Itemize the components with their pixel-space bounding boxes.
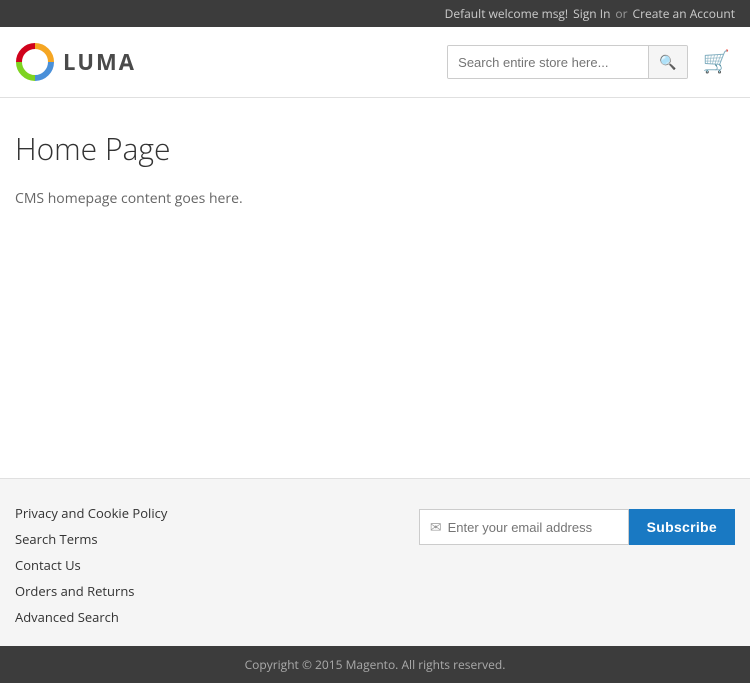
- logo-area: LUMA: [15, 42, 136, 82]
- footer-link-orders-returns[interactable]: Orders and Returns: [15, 582, 167, 600]
- mail-icon: ✉: [430, 518, 442, 537]
- copyright-bar: Copyright © 2015 Magento. All rights res…: [0, 646, 750, 683]
- footer-link-privacy-policy[interactable]: Privacy and Cookie Policy: [15, 504, 167, 522]
- page-body: CMS homepage content goes here.: [15, 189, 735, 208]
- main-content: Home Page CMS homepage content goes here…: [0, 98, 750, 478]
- subscribe-button[interactable]: Subscribe: [629, 509, 735, 545]
- footer: Privacy and Cookie Policy Search Terms Con…: [0, 478, 750, 646]
- cart-icon: 🛒: [703, 49, 730, 74]
- footer-link-contact-us[interactable]: Contact Us: [15, 556, 167, 574]
- create-account-link[interactable]: Create an Account: [633, 5, 735, 22]
- header: LUMA 🔍 🛒: [0, 27, 750, 98]
- separator: or: [615, 5, 627, 22]
- search-box: 🔍: [447, 45, 687, 79]
- search-icon: 🔍: [659, 54, 676, 70]
- cart-button[interactable]: 🛒: [698, 44, 735, 80]
- top-bar: Default welcome msg! Sign In or Create a…: [0, 0, 750, 27]
- search-button[interactable]: 🔍: [648, 46, 686, 78]
- logo-text: LUMA: [63, 47, 136, 77]
- page-title: Home Page: [15, 128, 735, 169]
- newsletter-area: ✉ Subscribe: [419, 504, 735, 545]
- newsletter-email-input[interactable]: [448, 520, 618, 535]
- search-input[interactable]: [448, 46, 648, 78]
- footer-links: Privacy and Cookie Policy Search Terms Con…: [15, 504, 167, 626]
- header-right: 🔍 🛒: [447, 44, 735, 80]
- footer-link-advanced-search[interactable]: Advanced Search: [15, 608, 167, 626]
- footer-link-search-terms[interactable]: Search Terms: [15, 530, 167, 548]
- newsletter-input-wrap: ✉: [419, 509, 629, 545]
- copyright-text: Copyright © 2015 Magento. All rights res…: [245, 656, 506, 673]
- sign-in-link[interactable]: Sign In: [573, 5, 610, 22]
- welcome-message: Default welcome msg!: [445, 5, 568, 22]
- luma-logo-icon: [15, 42, 55, 82]
